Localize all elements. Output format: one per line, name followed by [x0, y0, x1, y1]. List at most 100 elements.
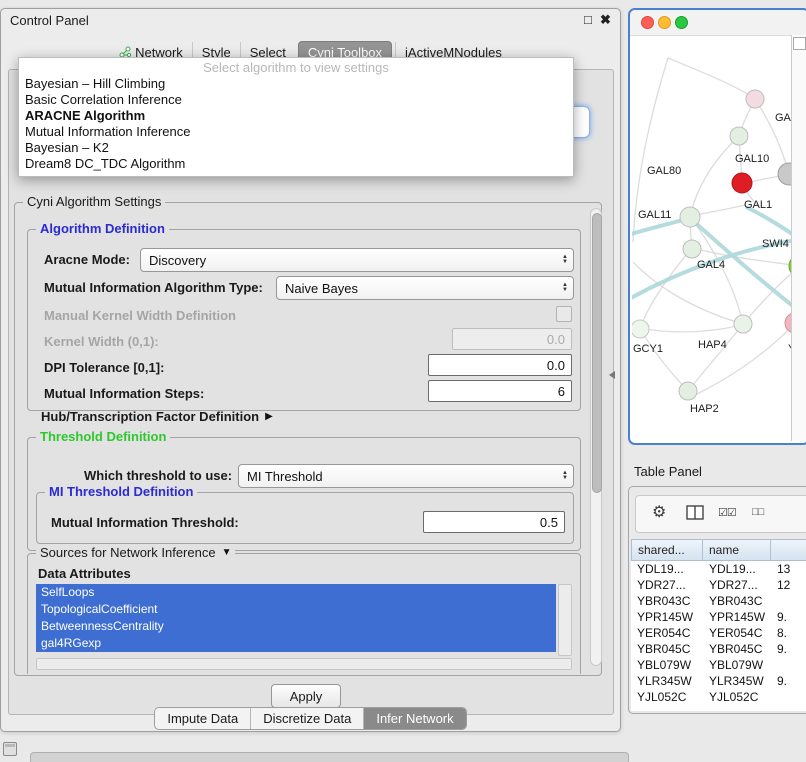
columns-icon[interactable] — [686, 505, 704, 520]
minimize-traffic-light[interactable] — [658, 16, 671, 29]
table-cell: 12 — [771, 577, 806, 593]
table-row[interactable]: YDL19...YDL19...13 — [631, 561, 806, 577]
attributes-horizontal-scrollbar[interactable] — [36, 658, 572, 670]
tab-discretize-data[interactable]: Discretize Data — [250, 708, 363, 729]
network-node[interactable] — [632, 320, 649, 338]
which-threshold-select[interactable]: MI Threshold ▲▼ — [238, 464, 574, 488]
deselect-all-icon[interactable]: □□ — [752, 506, 763, 518]
table-row[interactable]: YBR045CYBR045C9. — [631, 641, 806, 657]
node-label: GAL11 — [638, 209, 671, 221]
network-node[interactable] — [679, 382, 697, 400]
mi-type-value: Naive Bayes — [277, 281, 557, 296]
table-cell — [771, 689, 806, 705]
node-label: SWI4 — [762, 238, 789, 250]
network-canvas[interactable]: GALGAL80GAL10GAL11GAL1SWI4GAL4GCY1HAP4YH… — [632, 36, 793, 443]
algorithm-definition-group: Algorithm Definition Aracne Mode: Discov… — [27, 229, 581, 411]
network-node[interactable] — [683, 240, 701, 258]
table-row[interactable]: YER054CYER054C8. — [631, 625, 806, 641]
table-cell: YBR043C — [703, 593, 771, 609]
which-threshold-value: MI Threshold — [239, 469, 557, 484]
node-label: GAL4 — [697, 259, 725, 271]
dpi-tolerance-label: DPI Tolerance [0,1]: — [44, 360, 164, 375]
group-title: Threshold Definition — [36, 429, 170, 444]
hub-definition-label: Hub/Transcription Factor Definition — [41, 409, 259, 424]
select-all-icon[interactable]: ☑☑ — [718, 506, 736, 519]
tab-infer-network[interactable]: Infer Network — [363, 708, 465, 729]
attributes-vertical-scrollbar[interactable] — [558, 584, 572, 656]
window-title: Control Panel — [10, 13, 89, 28]
attribute-item[interactable]: SelfLoops — [36, 584, 556, 601]
attribute-item[interactable]: BetweennessCentrality — [36, 618, 556, 635]
sources-title-text: Sources for Network Inference — [40, 545, 216, 560]
cyni-algorithm-settings-group: Cyni Algorithm Settings Algorithm Defini… — [14, 202, 602, 676]
close-traffic-light[interactable] — [641, 16, 654, 29]
table-row[interactable]: YPR145WYPR145W9. — [631, 609, 806, 625]
settings-scrollbar[interactable] — [590, 208, 602, 666]
attribute-item[interactable]: gal4RGexp — [36, 635, 556, 652]
table-cell: YBL079W — [703, 657, 771, 673]
algorithm-option[interactable]: Bayesian – K2 — [19, 140, 573, 156]
mi-type-select[interactable]: Naive Bayes ▲▼ — [276, 276, 574, 300]
attribute-item[interactable]: TopologicalCoefficient — [36, 601, 556, 618]
network-node[interactable] — [730, 127, 748, 145]
dpi-tolerance-input[interactable] — [428, 354, 572, 376]
table-cell: YDR27... — [631, 577, 703, 593]
splitter-handle[interactable] — [609, 371, 615, 379]
table-cell: YLR345W — [631, 673, 703, 689]
close-window-icon[interactable]: ✖ — [600, 12, 611, 28]
mi-threshold-input[interactable] — [423, 511, 565, 533]
network-node[interactable] — [746, 90, 764, 108]
table-row[interactable]: YDR27...YDR27...12 — [631, 577, 806, 593]
aracne-mode-select[interactable]: Discovery ▲▼ — [140, 248, 574, 272]
table-panel-title: Table Panel — [634, 464, 702, 479]
expand-arrow-icon[interactable]: ▼ — [222, 547, 232, 558]
table-cell: YJL052C — [631, 689, 703, 705]
table-cell: YBR045C — [631, 641, 703, 657]
sources-group: Sources for Network Inference ▼ Data Att… — [27, 553, 581, 674]
hub-definition-toggle[interactable]: Hub/Transcription Factor Definition ▶ — [41, 409, 273, 424]
algorithm-option[interactable]: Basic Correlation Inference — [19, 92, 573, 108]
data-attributes-list: SelfLoopsTopologicalCoefficientBetweenne… — [36, 584, 556, 654]
desktop: Control Panel □ ✖ Network Style Select — [0, 0, 806, 762]
column-header[interactable]: shared... — [631, 539, 703, 561]
tab-impute-data[interactable]: Impute Data — [155, 708, 250, 729]
network-node[interactable] — [732, 173, 752, 193]
mi-steps-input[interactable] — [428, 380, 572, 402]
scrollbar-button[interactable] — [793, 37, 806, 50]
apply-button[interactable]: Apply — [271, 684, 341, 708]
zoom-traffic-light[interactable] — [675, 16, 688, 29]
mi-threshold-label: Mutual Information Threshold: — [51, 515, 239, 530]
table-cell: YBL079W — [631, 657, 703, 673]
algorithm-option[interactable]: Dream8 DC_TDC Algorithm — [19, 156, 573, 172]
bottom-tabs: Impute Data Discretize Data Infer Networ… — [1, 707, 620, 730]
table-row[interactable]: YJL052CYJL052C — [631, 689, 806, 705]
float-window-icon[interactable]: □ — [584, 12, 592, 28]
algorithm-option[interactable]: Bayesian – Hill Climbing — [19, 76, 573, 92]
panel-dock-icon[interactable] — [3, 742, 17, 756]
network-node[interactable] — [680, 207, 700, 227]
aracne-mode-label: Aracne Mode: — [44, 252, 130, 267]
table-cell: YER054C — [631, 625, 703, 641]
settings-scrollbar-thumb[interactable] — [592, 213, 602, 493]
table-row[interactable]: YBR043CYBR043C — [631, 593, 806, 609]
node-label: GAL1 — [744, 199, 772, 211]
column-header[interactable] — [771, 539, 806, 561]
network-view-window: GALGAL80GAL10GAL11GAL1SWI4GAL4GCY1HAP4YH… — [628, 8, 806, 445]
table-cell: YPR145W — [703, 609, 771, 625]
table-row[interactable]: YLR345WYLR345W9. — [631, 673, 806, 689]
stepper-icon: ▲▼ — [557, 255, 573, 265]
manual-kernel-label: Manual Kernel Width Definition — [44, 308, 236, 323]
table-cell: 8. — [771, 625, 806, 641]
algorithm-option[interactable]: Mutual Information Inference — [19, 124, 573, 140]
table-row[interactable]: YBL079WYBL079W — [631, 657, 806, 673]
column-header[interactable]: name — [703, 539, 771, 561]
gear-icon[interactable]: ⚙ — [652, 502, 666, 522]
which-threshold-label: Which threshold to use: — [84, 468, 232, 483]
network-scrollbar[interactable] — [791, 35, 806, 441]
algorithm-dropdown-list: Bayesian – Hill ClimbingBasic Correlatio… — [19, 76, 573, 172]
table-cell: YDR27... — [703, 577, 771, 593]
algorithm-option[interactable]: ARACNE Algorithm — [19, 108, 573, 124]
control-panel-titlebar: Control Panel □ ✖ — [1, 9, 620, 33]
network-node[interactable] — [734, 315, 752, 333]
collapse-arrow-icon: ▶ — [265, 411, 273, 422]
